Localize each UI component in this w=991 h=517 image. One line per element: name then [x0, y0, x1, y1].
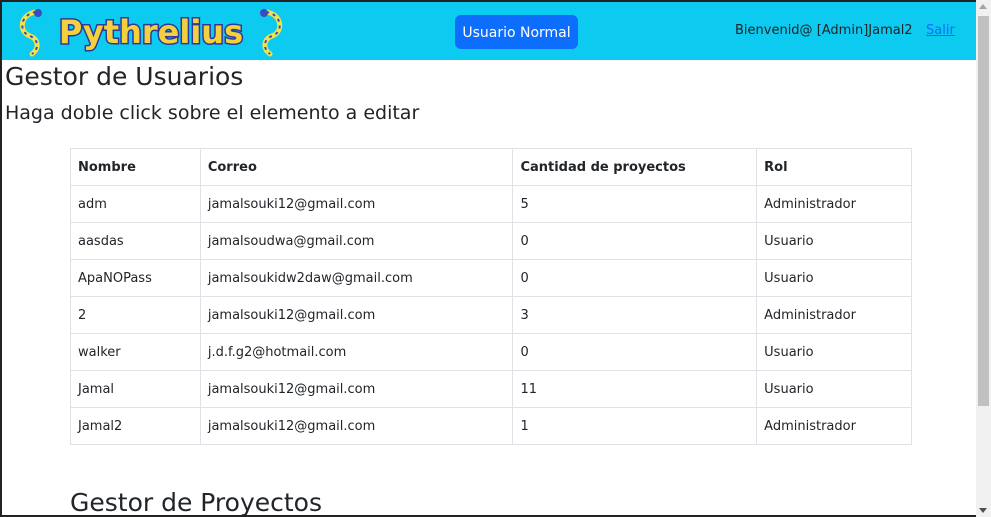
logo-text: Pythrelius	[59, 13, 243, 51]
vertical-scrollbar[interactable]	[976, 0, 991, 517]
cell-nombre[interactable]: 2	[70, 296, 201, 334]
logout-link[interactable]: Salir	[926, 23, 955, 38]
welcome-text: Bienvenid@ [Admin]Jamal2	[735, 23, 913, 38]
cell-correo[interactable]: jamalsouki12@gmail.com	[199, 296, 514, 334]
cell-proyectos[interactable]: 0	[512, 222, 758, 260]
user-mode-button[interactable]: Usuario Normal	[455, 15, 578, 49]
left-snake-icon	[19, 9, 42, 57]
column-header-proyectos: Cantidad de proyectos	[512, 148, 758, 186]
cell-proyectos[interactable]: 1	[512, 407, 758, 445]
cell-rol[interactable]: Usuario	[756, 370, 912, 408]
table-row[interactable]: aasdas jamalsoudwa@gmail.com 0 Usuario	[70, 222, 912, 260]
cell-proyectos[interactable]: 5	[512, 185, 758, 223]
column-header-rol: Rol	[756, 148, 912, 186]
cell-proyectos[interactable]: 0	[512, 259, 758, 297]
table-row[interactable]: ApaNOPass jamalsoukidw2daw@gmail.com 0 U…	[70, 259, 912, 297]
cell-correo[interactable]: jamalsouki12@gmail.com	[199, 185, 514, 223]
scroll-down-arrow-icon[interactable]	[979, 508, 987, 513]
cell-correo[interactable]: jamalsouki12@gmail.com	[199, 407, 514, 445]
cell-correo[interactable]: jamalsoudwa@gmail.com	[199, 222, 514, 260]
column-header-correo: Correo	[199, 148, 514, 186]
cell-correo[interactable]: j.d.f.g2@hotmail.com	[199, 333, 514, 371]
table-row[interactable]: Jamal jamalsouki12@gmail.com 11 Usuario	[70, 370, 912, 408]
pythrelius-logo[interactable]: Pythrelius	[14, 6, 286, 58]
table-row[interactable]: adm jamalsouki12@gmail.com 5 Administrad…	[70, 185, 912, 223]
page-title: Gestor de Usuarios	[5, 62, 244, 91]
cell-nombre[interactable]: Jamal2	[70, 407, 201, 445]
top-navbar: Pythrelius Usuario Normal Bienvenid@ [Ad…	[2, 2, 978, 60]
cell-nombre[interactable]: aasdas	[70, 222, 201, 260]
cell-proyectos[interactable]: 3	[512, 296, 758, 334]
cell-rol[interactable]: Administrador	[756, 296, 912, 334]
column-header-nombre: Nombre	[70, 148, 201, 186]
projects-section-title: Gestor de Proyectos	[70, 488, 323, 517]
cell-rol[interactable]: Usuario	[756, 259, 912, 297]
table-row[interactable]: Jamal2 jamalsouki12@gmail.com 1 Administ…	[70, 407, 912, 445]
cell-proyectos[interactable]: 0	[512, 333, 758, 371]
page-subtitle: Haga doble click sobre el elemento a edi…	[5, 102, 420, 124]
cell-rol[interactable]: Usuario	[756, 222, 912, 260]
cell-rol[interactable]: Usuario	[756, 333, 912, 371]
cell-correo[interactable]: jamalsouki12@gmail.com	[199, 370, 514, 408]
table-row[interactable]: walker j.d.f.g2@hotmail.com 0 Usuario	[70, 333, 912, 371]
table-row[interactable]: 2 jamalsouki12@gmail.com 3 Administrador	[70, 296, 912, 334]
cell-proyectos[interactable]: 11	[512, 370, 758, 408]
cell-rol[interactable]: Administrador	[756, 407, 912, 445]
scrollbar-thumb[interactable]	[978, 16, 989, 406]
cell-nombre[interactable]: Jamal	[70, 370, 201, 408]
cell-nombre[interactable]: walker	[70, 333, 201, 371]
cell-nombre[interactable]: adm	[70, 185, 201, 223]
users-table: Nombre Correo Cantidad de proyectos Rol …	[70, 148, 912, 445]
table-header-row: Nombre Correo Cantidad de proyectos Rol	[70, 148, 912, 186]
browser-viewport: Pythrelius Usuario Normal Bienvenid@ [Ad…	[0, 0, 991, 517]
right-snake-icon	[260, 9, 283, 57]
cell-nombre[interactable]: ApaNOPass	[70, 259, 201, 297]
cell-rol[interactable]: Administrador	[756, 185, 912, 223]
scroll-up-arrow-icon[interactable]	[979, 4, 987, 9]
cell-correo[interactable]: jamalsoukidw2daw@gmail.com	[199, 259, 514, 297]
